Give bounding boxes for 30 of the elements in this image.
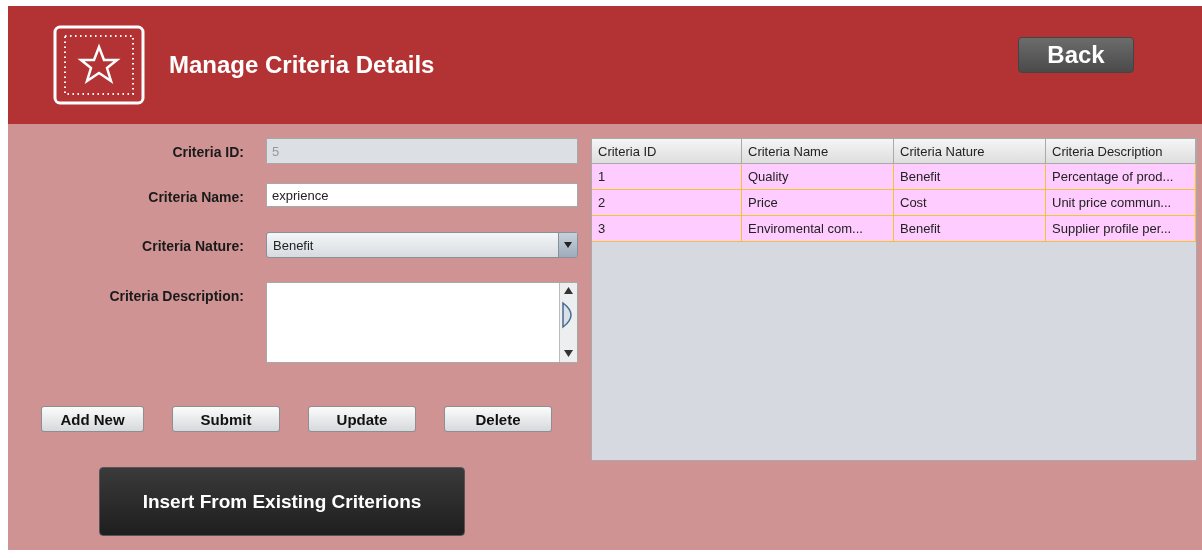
field-label: Criteria Nature: (141, 237, 244, 256)
table-cell: Quality (742, 164, 894, 190)
column-header[interactable]: Criteria ID (592, 139, 742, 164)
table-cell: Supplier profile per... (1046, 216, 1196, 242)
field-label: Criteria ID: (171, 143, 244, 162)
action-button[interactable]: Submit (172, 406, 280, 432)
text-field[interactable]: exprience (266, 183, 578, 207)
table-cell: Cost (894, 190, 1046, 216)
page-title: Manage Criteria Details (169, 51, 436, 79)
table-cell: Enviromental com... (742, 216, 894, 242)
column-header[interactable]: Criteria Nature (894, 139, 1046, 164)
table-cell: 2 (592, 190, 742, 216)
action-button[interactable]: Update (308, 406, 416, 432)
column-header[interactable]: Criteria Name (742, 139, 894, 164)
table-cell: Unit price commun... (1046, 190, 1196, 216)
scrollbar[interactable] (559, 283, 577, 362)
table-cell: Price (742, 190, 894, 216)
field-label: Criteria Description: (108, 287, 244, 306)
dropdown[interactable]: Benefit (266, 232, 578, 258)
back-button[interactable]: Back (1018, 37, 1134, 73)
table-cell: Benefit (894, 164, 1046, 190)
table-cell: Percentage of prod... (1046, 164, 1196, 190)
table-cell: Benefit (894, 216, 1046, 242)
field-label: Criteria Name: (147, 188, 244, 207)
action-button[interactable]: Delete (444, 406, 552, 432)
column-header[interactable]: Criteria Description (1046, 139, 1196, 164)
action-button[interactable]: Add New (41, 406, 144, 432)
table-cell: 1 (592, 164, 742, 190)
insert-button[interactable]: Insert From Existing Criterions (99, 467, 465, 536)
table-cell: 3 (592, 216, 742, 242)
